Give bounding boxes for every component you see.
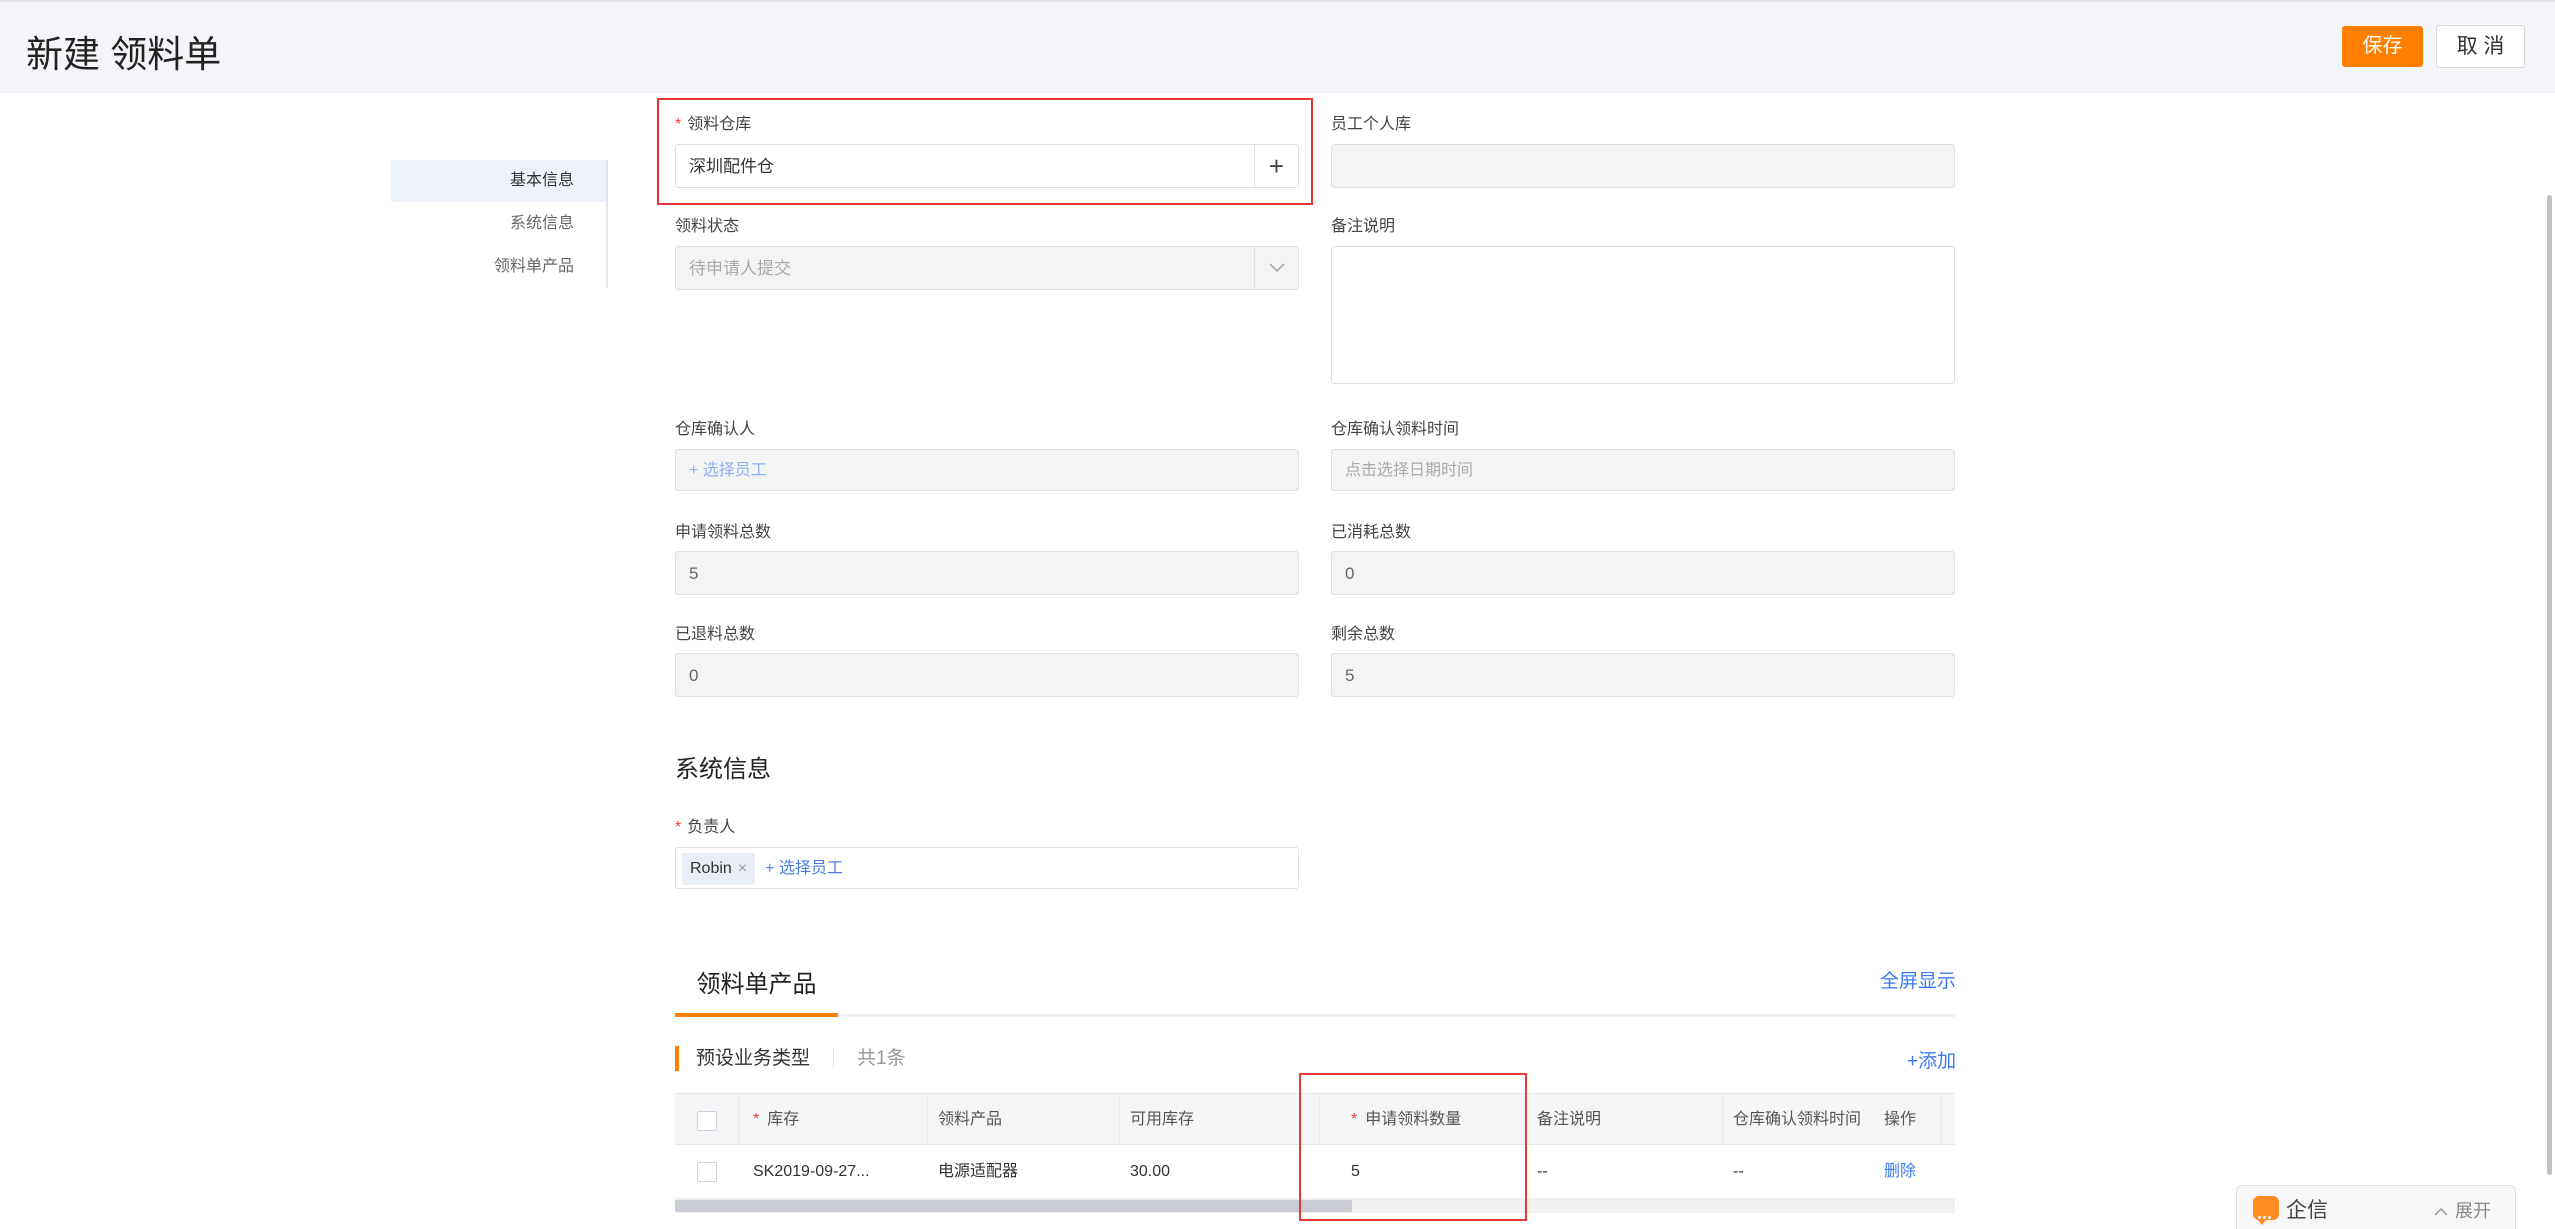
header-select-cell: [675, 1094, 739, 1144]
confirmer-field[interactable]: + 选择员工: [675, 449, 1299, 491]
returned-field: 0: [675, 653, 1299, 697]
remaining-label: 剩余总数: [1331, 626, 1396, 643]
qixin-expand-button[interactable]: 展开: [2433, 1197, 2491, 1223]
cell-remark[interactable]: --: [1527, 1145, 1723, 1198]
confirm-time-placeholder: 点击选择日期时间: [1345, 462, 1474, 479]
cell-available: 30.00: [1130, 1163, 1171, 1180]
nav-item-products[interactable]: 领料单产品: [391, 246, 606, 288]
status-dropdown-toggle: [1254, 247, 1298, 289]
chevron-up-icon: [2434, 1208, 2448, 1216]
add-product-link[interactable]: +添加: [1907, 1046, 1956, 1073]
page-title: 新建 领料单: [26, 34, 222, 75]
chat-icon: [2253, 1196, 2279, 1225]
cell-stock[interactable]: SK2019-09-27...: [739, 1145, 928, 1198]
confirm-time-label: 仓库确认领料时间: [1331, 421, 1460, 438]
confirm-time-field[interactable]: 点击选择日期时间: [1331, 449, 1955, 491]
products-tab-bar: 领料单产品: [675, 960, 1955, 1017]
chevron-down-icon: [1269, 263, 1285, 273]
status-value: 待申请人提交: [689, 259, 791, 278]
tab-products[interactable]: 领料单产品: [675, 960, 838, 1017]
cell-product: 电源适配器: [938, 1163, 1019, 1180]
close-icon[interactable]: ×: [738, 860, 747, 877]
col-stock: * 库存: [739, 1094, 928, 1144]
qixin-expand-label: 展开: [2455, 1201, 2491, 1221]
owner-label: * 负责人: [675, 819, 736, 836]
highlight-box-warehouse: [657, 98, 1313, 205]
record-count: 共1条: [857, 1048, 906, 1069]
status-select: 待申请人提交: [675, 246, 1299, 290]
col-remark: 备注说明: [1527, 1094, 1723, 1144]
qixin-title: 企信: [2286, 1199, 2328, 1222]
owner-field[interactable]: Robin × + 选择员工: [675, 847, 1299, 889]
apply-total-field: 5: [675, 551, 1299, 595]
side-nav: 基本信息 系统信息 领料单产品: [391, 160, 608, 288]
owner-tag: Robin ×: [682, 852, 756, 885]
col-action: 操作: [1874, 1094, 1942, 1144]
returned-label: 已退料总数: [675, 626, 756, 643]
remark-textarea[interactable]: [1331, 246, 1955, 384]
col-available: 可用库存: [1120, 1094, 1320, 1144]
fullscreen-link[interactable]: 全屏显示: [1880, 966, 1956, 993]
remaining-field: 5: [1331, 653, 1955, 697]
consumed-field: 0: [1331, 551, 1955, 595]
cell-action: 删除: [1874, 1145, 1942, 1198]
apply-total-label: 申请领料总数: [675, 524, 772, 541]
remark-label: 备注说明: [1331, 218, 1396, 235]
table-scrollbar-thumb[interactable]: [675, 1200, 1352, 1212]
biz-type-title: 预设业务类型: [675, 1046, 810, 1071]
cancel-button[interactable]: 取 消: [2436, 25, 2525, 68]
col-product: 领料产品: [928, 1094, 1120, 1144]
select-all-checkbox[interactable]: [697, 1111, 717, 1131]
personal-store-field: [1331, 144, 1955, 188]
nav-item-system-info[interactable]: 系统信息: [391, 203, 606, 245]
confirmer-label: 仓库确认人: [675, 421, 756, 438]
add-employee-link[interactable]: + 选择员工: [765, 860, 843, 877]
row-checkbox[interactable]: [697, 1162, 717, 1182]
qixin-widget[interactable]: 企信 展开: [2236, 1185, 2516, 1229]
nav-item-basic-info[interactable]: 基本信息: [391, 160, 606, 202]
row-select-cell: [675, 1145, 739, 1198]
page-scrollbar[interactable]: [2547, 195, 2552, 1175]
highlight-box-qty: [1299, 1073, 1527, 1221]
consumed-label: 已消耗总数: [1331, 524, 1412, 541]
system-info-title: 系统信息: [675, 756, 771, 783]
delete-link[interactable]: 删除: [1884, 1163, 1916, 1180]
confirmer-placeholder: + 选择员工: [689, 462, 767, 479]
save-button[interactable]: 保存: [2342, 26, 2423, 67]
status-label: 领料状态: [675, 218, 740, 235]
personal-store-label: 员工个人库: [1331, 116, 1412, 133]
page-header: 新建 领料单 保存 取 消: [0, 0, 2555, 93]
divider: [833, 1048, 834, 1068]
